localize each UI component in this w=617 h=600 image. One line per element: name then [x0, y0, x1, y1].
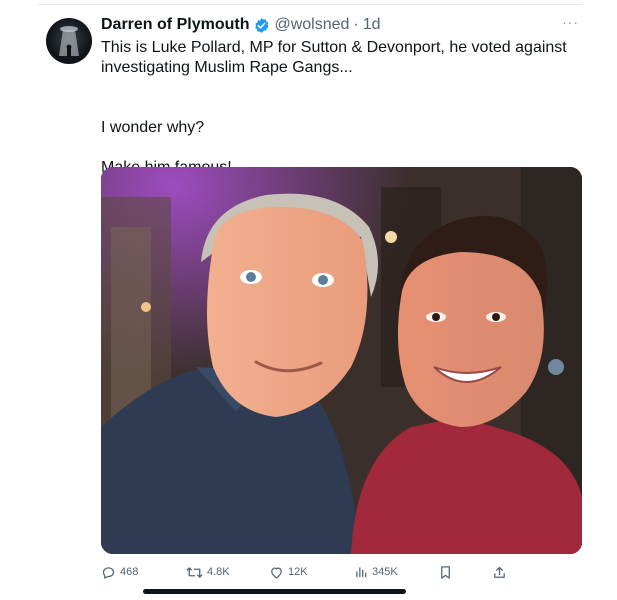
like-count: 12K — [288, 566, 308, 578]
reply-count: 468 — [120, 566, 139, 578]
bookmark-icon — [439, 565, 452, 580]
reply-button[interactable]: 468 — [101, 562, 138, 582]
avatar[interactable] — [46, 18, 92, 64]
separator-dot: · — [353, 16, 359, 33]
home-indicator — [143, 589, 406, 594]
more-icon[interactable]: ··· — [562, 14, 579, 30]
verified-badge-icon — [253, 17, 270, 34]
tweet-photo[interactable] — [101, 167, 582, 554]
retweet-button[interactable]: 4.8K — [186, 562, 230, 582]
retweet-icon — [186, 565, 203, 580]
timestamp[interactable]: 1d — [363, 16, 381, 34]
share-button[interactable] — [492, 562, 507, 582]
retweet-count: 4.8K — [207, 566, 230, 578]
top-divider — [38, 4, 582, 5]
tweet-header: Darren of Plymouth @wolsned · 1d — [101, 14, 381, 36]
views-count: 345K — [372, 566, 398, 578]
reply-icon — [101, 565, 116, 580]
tweet-text-line: This is Luke Pollard, MP for Sutton & De… — [101, 39, 567, 76]
user-handle[interactable]: @wolsned — [274, 16, 349, 34]
views-icon — [354, 565, 368, 579]
bookmark-button[interactable] — [439, 562, 452, 582]
like-icon — [269, 565, 284, 580]
display-name[interactable]: Darren of Plymouth — [101, 16, 249, 34]
views-button[interactable]: 345K — [354, 562, 398, 582]
tweet-actions: 468 4.8K 12K 345K — [101, 562, 521, 582]
share-icon — [492, 565, 507, 580]
like-button[interactable]: 12K — [269, 562, 308, 582]
tweet-text-line: I wonder why? — [101, 119, 205, 136]
tweet-text: This is Luke Pollard, MP for Sutton & De… — [101, 38, 571, 178]
